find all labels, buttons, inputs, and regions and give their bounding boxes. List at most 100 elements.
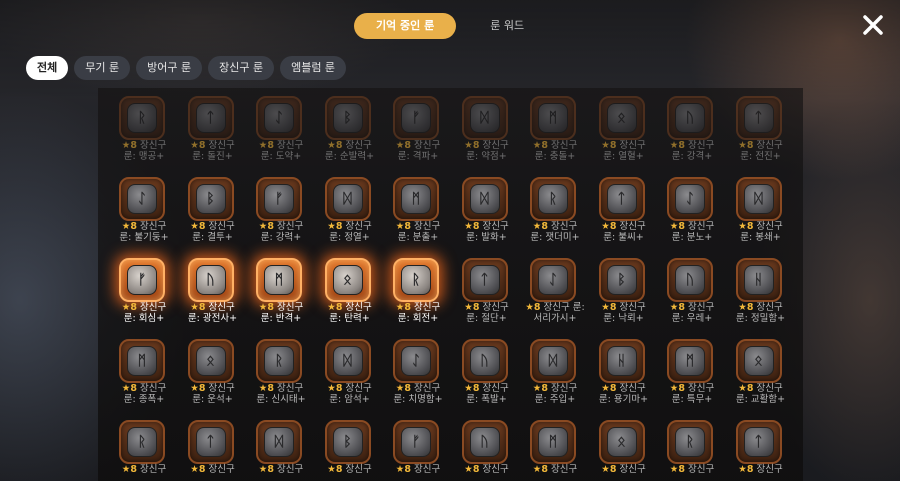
rune-name: 룬: 결투+ xyxy=(192,232,233,243)
close-button[interactable] xyxy=(862,14,884,36)
rune-glyph: ᚺ xyxy=(617,353,626,369)
rune-name: 룬: 회전+ xyxy=(397,313,439,324)
rune-stone-icon: ᛏ xyxy=(195,103,226,133)
rune-label: ★8 장신구 xyxy=(721,464,801,475)
rune-name: 룬: 정열+ xyxy=(329,232,370,243)
rune-stars: ★8 xyxy=(258,140,274,151)
rune-slot[interactable]: ᛇ ★8 장신구 룬: 도약+ xyxy=(247,92,316,173)
rune-slot[interactable]: ᛗ ★8 장신구 룬: 충돌+ xyxy=(521,92,590,173)
rune-glyph: ᛏ xyxy=(206,110,215,126)
rune-slot[interactable]: ᛞ ★8 장신구 룬: 암석+ xyxy=(316,335,385,416)
rune-stone-icon: ᚱ xyxy=(675,427,705,457)
rune-tile: ᛞ xyxy=(461,177,508,221)
rune-slot[interactable]: ᛟ ★8 장신구 룬: 열혈+ xyxy=(590,92,659,173)
rune-slot[interactable]: ᛒ ★8 장신구 룬: 결투+ xyxy=(179,173,248,254)
rune-slot[interactable]: ᚱ ★8 장신구 룬: 회전+ xyxy=(384,254,453,335)
rune-slot[interactable]: ᛗ ★8 장신구 룬: 분출+ xyxy=(384,173,453,254)
rune-glyph: ᚱ xyxy=(411,272,421,288)
filter-weapon-rune[interactable]: 무기 룬 xyxy=(74,56,131,80)
rune-slot[interactable]: ᚠ ★8 장신구 xyxy=(384,416,453,481)
rune-slot[interactable]: ᛏ ★8 장신구 룬: 절단+ xyxy=(453,254,522,335)
rune-slot[interactable]: ᛞ ★8 장신구 룬: 발화+ xyxy=(453,173,522,254)
rune-slot[interactable]: ᛞ ★8 장신구 xyxy=(247,416,316,481)
rune-stars: ★8 xyxy=(395,221,411,232)
rune-type: 장신구 xyxy=(413,302,441,313)
rune-slot[interactable]: ᛗ ★8 장신구 룬: 반격+ xyxy=(247,254,316,335)
rune-slot[interactable]: ᚺ ★8 장신구 룬: 정밀함+ xyxy=(727,254,796,335)
rune-slot[interactable]: ᛗ ★8 장신구 xyxy=(521,416,590,481)
rune-slot[interactable]: ᚱ ★8 장신구 룬: 잿더미+ xyxy=(521,173,590,254)
rune-slot[interactable]: ᛏ ★8 장신구 xyxy=(727,416,796,481)
rune-stone-icon: ᛟ xyxy=(606,103,637,133)
rune-slot[interactable]: ᚱ ★8 장신구 xyxy=(658,416,727,481)
rune-name: 룬: 도약+ xyxy=(260,151,302,162)
tab-rune-words[interactable]: 룬 워드 xyxy=(468,13,546,39)
rune-stars: ★8 xyxy=(258,464,274,475)
rune-slot[interactable]: ᛒ ★8 장신구 룬: 순발력+ xyxy=(316,92,385,173)
rune-slot[interactable]: ᛗ ★8 장신구 룬: 종폭+ xyxy=(110,335,179,416)
rune-slot[interactable]: ᚢ ★8 장신구 룬: 강격+ xyxy=(658,92,727,173)
rune-tile: ᚠ xyxy=(119,258,165,302)
rune-glyph: ᛏ xyxy=(480,272,489,288)
rune-slot[interactable]: ᚢ ★8 장신구 룬: 광전사+ xyxy=(179,254,248,335)
rune-slot[interactable]: ᚠ ★8 장신구 룬: 격파+ xyxy=(384,92,453,173)
rune-slot[interactable]: ᛟ ★8 장신구 룬: 교활함+ xyxy=(727,335,796,416)
rune-glyph: ᛏ xyxy=(206,434,215,450)
rune-glyph: ᚱ xyxy=(137,110,147,126)
rune-slot[interactable]: ᛏ ★8 장신구 xyxy=(179,416,248,481)
rune-slot[interactable]: ᚺ ★8 장신구 룬: 용기마+ xyxy=(590,335,659,416)
tab-memorized-runes[interactable]: 기억 중인 룬 xyxy=(353,13,457,39)
rune-slot[interactable]: ᛏ ★8 장신구 룬: 불씨+ xyxy=(590,173,659,254)
rune-type: 장신구 xyxy=(550,140,578,151)
rune-type: 장신구 xyxy=(208,302,235,313)
filter-accessory-rune[interactable]: 장신구 룬 xyxy=(208,56,275,80)
rune-tile: ᚱ xyxy=(393,258,439,302)
rune-slot[interactable]: ᚱ ★8 장신구 xyxy=(110,416,179,481)
rune-slot[interactable]: ᛇ ★8 장신구 룬: 불기둥+ xyxy=(110,173,179,254)
rune-glyph: ᛇ xyxy=(685,191,695,207)
rune-slot[interactable]: ᛗ ★8 장신구 룬: 특무+ xyxy=(658,335,727,416)
rune-slot[interactable]: ᛇ ★8 장신구 룬: 치명함+ xyxy=(384,335,453,416)
rune-stone-icon: ᛟ xyxy=(743,346,774,376)
rune-tile: ᚠ xyxy=(256,177,302,221)
rune-slot[interactable]: ᛟ ★8 장신구 룬: 탄력+ xyxy=(316,254,385,335)
rune-name: 룬: 강력+ xyxy=(260,232,302,243)
rune-slot[interactable]: ᛒ ★8 장신구 xyxy=(316,416,385,481)
rune-name: 룬: 치명함+ xyxy=(393,394,443,405)
rune-tile: ᛗ xyxy=(119,339,165,383)
rune-slot[interactable]: ᛏ ★8 장신구 룬: 돌진+ xyxy=(179,92,248,173)
rune-slot[interactable]: ᛟ ★8 장신구 xyxy=(590,416,659,481)
rune-stars: ★8 xyxy=(258,383,274,394)
rune-slot[interactable]: ᚢ ★8 장신구 룬: 우레+ xyxy=(658,254,727,335)
rune-tile: ᛒ xyxy=(187,177,234,221)
filter-all[interactable]: 전체 xyxy=(26,56,69,80)
rune-slot[interactable]: ᛏ ★8 장신구 룬: 전진+ xyxy=(727,92,796,173)
rune-stone-icon: ᛇ xyxy=(401,346,431,376)
rune-slot[interactable]: ᚱ ★8 장신구 룬: 신시태+ xyxy=(247,335,316,416)
rune-slot[interactable]: ᛇ ★8 장신구 룬: 분노+ xyxy=(658,173,727,254)
rune-slot[interactable]: ᚢ ★8 장신구 룬: 폭발+ xyxy=(453,335,522,416)
rune-slot[interactable]: ᚢ ★8 장신구 xyxy=(453,416,522,481)
rune-tile: ᛗ xyxy=(530,420,576,464)
rune-slot[interactable]: ᛞ ★8 장신구 룬: 정열+ xyxy=(316,173,385,254)
rune-slot[interactable]: ᛞ ★8 장신구 룬: 주입+ xyxy=(521,335,590,416)
rune-stone-icon: ᚱ xyxy=(401,265,431,295)
rune-stone-icon: ᚢ xyxy=(469,346,500,376)
rune-slot[interactable]: ᚠ ★8 장신구 룬: 강력+ xyxy=(247,173,316,254)
rune-stone-icon: ᛗ xyxy=(264,265,294,295)
rune-slot[interactable]: ᛟ ★8 장신구 룬: 운석+ xyxy=(179,335,248,416)
rune-name: 룬: 돌진+ xyxy=(192,151,233,162)
rune-slot[interactable]: ᛞ ★8 장신구 룬: 봉쇄+ xyxy=(727,173,796,254)
filter-armor-rune[interactable]: 방어구 룬 xyxy=(136,56,203,80)
rune-slot[interactable]: ᛇ ★8 장신구 룬: 서리가시+ xyxy=(521,254,590,335)
rune-name: 룬: 암석+ xyxy=(329,394,370,405)
rune-name: 룬: 분노+ xyxy=(671,232,713,243)
rune-slot[interactable]: ᛞ ★8 장신구 룬: 약점+ xyxy=(453,92,522,173)
rune-slot[interactable]: ᛒ ★8 장신구 룬: 낙뢰+ xyxy=(590,254,659,335)
rune-slot[interactable]: ᚱ ★8 장신구 룬: 맹공+ xyxy=(110,92,179,173)
rune-glyph: ᚱ xyxy=(274,353,284,369)
filter-emblem-rune[interactable]: 엠블럼 룬 xyxy=(280,56,347,80)
rune-slot[interactable]: ᚠ ★8 장신구 룬: 회심+ xyxy=(110,254,179,335)
rune-type: 장신구 xyxy=(276,140,304,151)
rune-type: 장신구 xyxy=(139,140,167,151)
